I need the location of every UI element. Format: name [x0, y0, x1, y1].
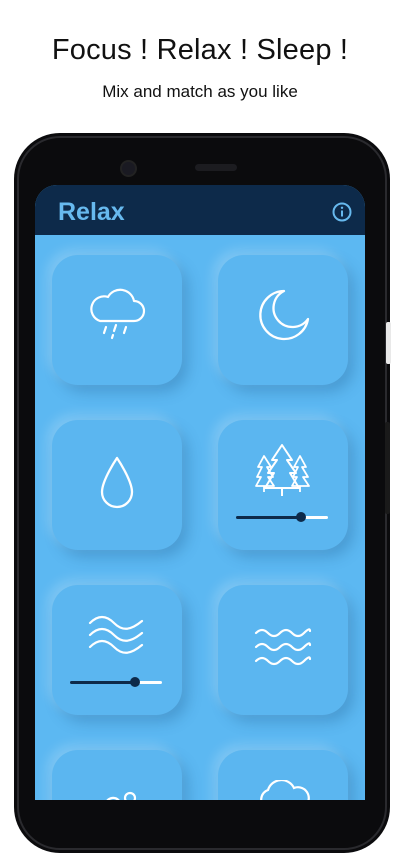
rain-cloud-icon [90, 288, 146, 340]
app-bar: Relax [35, 185, 365, 235]
volume-slider-forest[interactable] [236, 512, 328, 524]
pine-trees-icon [255, 444, 310, 496]
app-title: Relax [58, 198, 125, 226]
slider-fill [236, 516, 301, 519]
wind-icon [88, 615, 144, 654]
promo-subline: Mix and match as you like [102, 82, 298, 101]
phone-volume-button [385, 422, 390, 514]
water-drop-icon [100, 456, 134, 509]
earpiece-speaker [195, 164, 237, 171]
volume-slider-wind[interactable] [70, 677, 162, 689]
info-circle-icon[interactable] [331, 201, 353, 223]
slider-fill [70, 681, 135, 684]
partial-icon [106, 791, 137, 800]
slider-thumb[interactable] [296, 512, 306, 522]
sound-tile-bottom-left[interactable] [52, 750, 182, 800]
sound-tile-rain[interactable] [52, 255, 182, 385]
moon-icon [259, 289, 310, 341]
sound-tile-cloud[interactable] [218, 750, 348, 800]
cloud-icon [260, 780, 310, 800]
promo-headline: Focus ! Relax ! Sleep ! [51, 34, 349, 66]
sound-tile-water-drop[interactable] [52, 420, 182, 550]
sound-tile-waves[interactable] [218, 585, 348, 715]
waves-icon [254, 628, 312, 666]
phone-side-button [386, 322, 391, 364]
sound-tile-night[interactable] [218, 255, 348, 385]
front-camera [120, 160, 137, 177]
sound-tile-forest[interactable] [218, 420, 348, 550]
app-screen: Relax [35, 185, 365, 800]
sound-tile-wind[interactable] [52, 585, 182, 715]
slider-thumb[interactable] [130, 677, 140, 687]
